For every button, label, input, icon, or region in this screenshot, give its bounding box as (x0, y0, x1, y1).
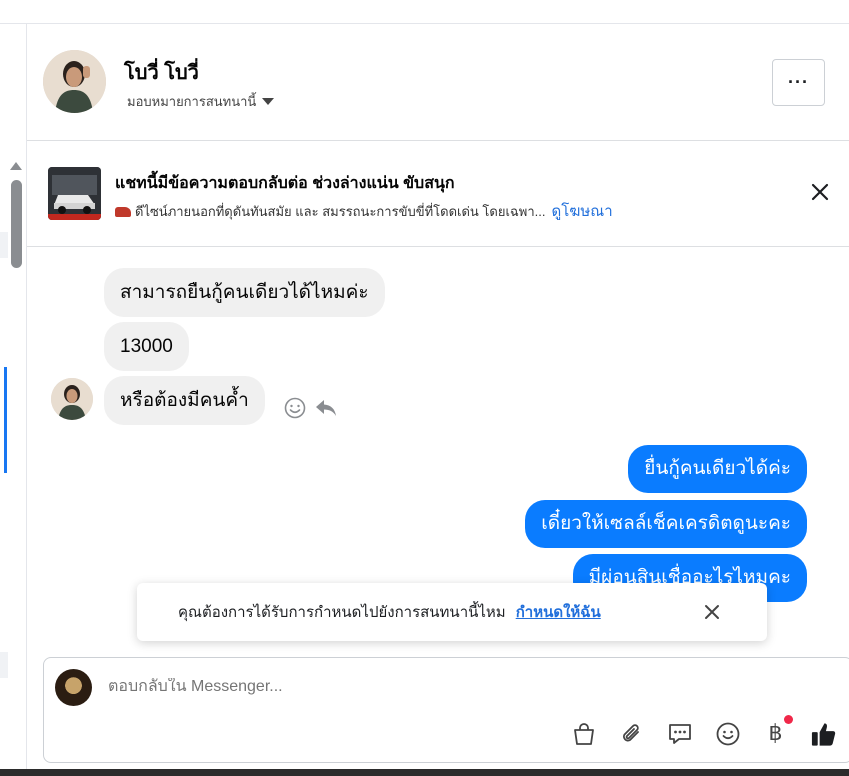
assign-to-me-link[interactable]: กำหนดให้ฉัน (516, 600, 601, 624)
saved-reply-icon[interactable] (666, 720, 693, 747)
react-smiley-icon[interactable] (284, 397, 306, 419)
message-actions (284, 397, 338, 419)
incoming-message[interactable]: สามารถยืนกู้คนเดียวได้ไหมค่ะ (104, 268, 385, 317)
assign-label: มอบหมายการสนทนานี้ (127, 94, 257, 109)
payment-icon[interactable]: ฿ (762, 715, 793, 747)
composer-toolbar: ฿ (570, 715, 837, 747)
scroll-up-arrow-icon[interactable] (10, 162, 22, 170)
conversation-item-edge[interactable] (0, 232, 8, 258)
ad-title: แชทนี้มีข้อความตอบกลับต่อ ช่วงล่างแน่น ข… (115, 175, 455, 192)
reply-arrow-icon[interactable] (314, 397, 338, 419)
outgoing-message[interactable]: ยื่นกู้คนเดียวได้ค่ะ (628, 445, 807, 493)
reply-input[interactable] (108, 678, 608, 696)
notification-dot (784, 715, 793, 724)
contact-avatar-small[interactable] (51, 378, 93, 420)
more-options-button[interactable]: ··· (772, 59, 825, 106)
ad-subtitle: ดีไซน์ภายนอกที่ดุดันทันสมัย และ สมรรถนะก… (115, 199, 613, 223)
taskbar-edge (0, 769, 849, 776)
conversation-list-edge (0, 24, 27, 769)
ad-context-banner: แชทนี้มีข้อความตอบกลับต่อ ช่วงล่างแน่น ข… (27, 141, 849, 247)
thumbs-up-icon[interactable] (810, 720, 837, 747)
incoming-message[interactable]: 13000 (104, 322, 189, 371)
shopping-bag-icon[interactable] (570, 720, 597, 747)
emoji-icon[interactable] (714, 720, 741, 747)
message-composer: ฿ (43, 657, 849, 763)
close-icon[interactable] (703, 603, 721, 621)
ad-thumbnail[interactable] (48, 167, 101, 220)
page-avatar (55, 669, 92, 706)
assignment-prompt-text: คุณต้องการได้รับการกำหนดไปยังการสนทนานี้… (178, 604, 506, 621)
top-bar (0, 0, 849, 24)
paperclip-icon[interactable] (618, 720, 645, 747)
assignment-prompt: คุณต้องการได้รับการกำหนดไปยังการสนทนานี้… (137, 583, 767, 641)
conversation-item-edge[interactable] (0, 652, 8, 678)
ad-subtitle-text: ดีไซน์ภายนอกที่ดุดันทันสมัย และ สมรรถนะก… (135, 204, 546, 219)
assign-conversation-dropdown[interactable]: มอบหมายการสนทนานี้ (127, 91, 275, 112)
scrollbar-thumb[interactable] (11, 180, 22, 268)
baht-symbol: ฿ (768, 721, 783, 746)
contact-avatar[interactable] (43, 50, 106, 113)
chat-header: โบวี่ โบวี่ มอบหมายการสนทนานี้ ··· (27, 24, 849, 141)
caret-down-icon (262, 98, 275, 105)
car-emoji-icon (115, 207, 131, 217)
incoming-message[interactable]: หรือต้องมีคนค้ำ (104, 376, 265, 425)
outgoing-message[interactable]: เดี๋ยวให้เซลล์เช็คเครดิตดูนะคะ (525, 500, 807, 548)
contact-name[interactable]: โบวี่ โบวี่ (124, 56, 199, 88)
close-icon[interactable] (810, 182, 830, 202)
selected-indicator (4, 367, 7, 473)
view-ad-link[interactable]: ดูโฆษณา (551, 203, 612, 220)
